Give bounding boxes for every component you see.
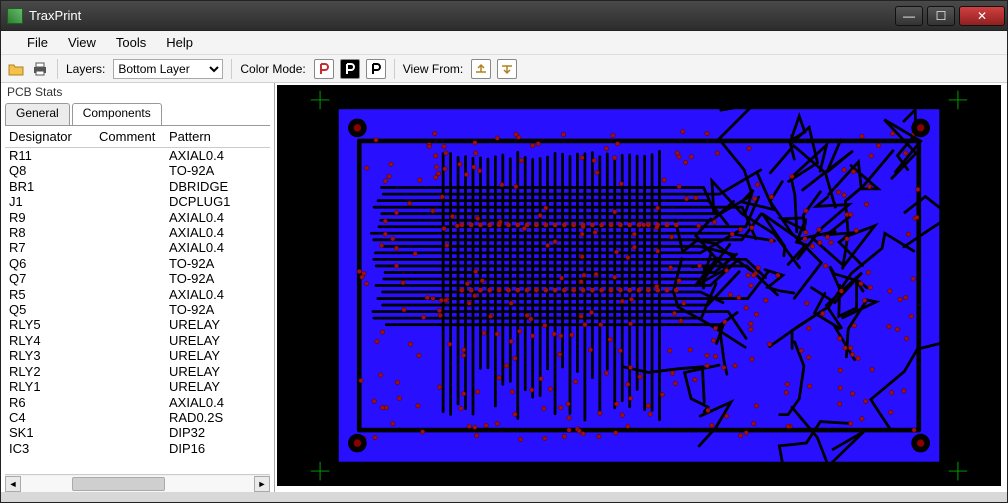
window-buttons: — ☐ ✕ [893,2,1007,30]
horizontal-scrollbar[interactable]: ◄ ► [5,474,270,492]
open-icon[interactable] [7,60,25,78]
maximize-button[interactable]: ☐ [927,6,955,26]
table-row[interactable]: Q6TO-92A [5,256,270,271]
scroll-track[interactable] [21,476,254,492]
col-designator[interactable]: Designator [9,129,99,144]
menu-help[interactable]: Help [156,33,203,52]
tab-components[interactable]: Components [72,103,162,125]
colormode-label: Color Mode: [240,62,305,76]
panel-title: PCB Stats [1,83,274,101]
toolbar-separator [394,59,395,79]
table-row[interactable]: C4RAD0.2S [5,410,270,425]
tab-strip: General Components [5,103,270,125]
tab-general[interactable]: General [5,103,70,125]
menu-tools[interactable]: Tools [106,33,156,52]
layers-label: Layers: [66,62,105,76]
table-row[interactable]: R6AXIAL0.4 [5,395,270,410]
viewfrom-label: View From: [403,62,463,76]
colormode-inverse-icon[interactable] [340,59,360,79]
table-row[interactable]: R5AXIAL0.4 [5,287,270,302]
table-row[interactable]: SK1DIP32 [5,425,270,440]
table-row[interactable]: R9AXIAL0.4 [5,210,270,225]
col-pattern[interactable]: Pattern [169,129,266,144]
table-row[interactable]: RLY3URELAY [5,348,270,363]
components-table: Designator Comment Pattern R11AXIAL0.4Q8… [5,125,270,492]
table-header: Designator Comment Pattern [5,126,270,148]
table-row[interactable]: Q7TO-92A [5,271,270,286]
close-button[interactable]: ✕ [959,6,1005,26]
table-row[interactable]: RLY2URELAY [5,364,270,379]
toolbar-separator [57,59,58,79]
sidebar: PCB Stats General Components Designator … [1,83,275,492]
col-comment[interactable]: Comment [99,129,169,144]
table-row[interactable]: Q8TO-92A [5,163,270,178]
table-body[interactable]: R11AXIAL0.4Q8TO-92ABR1DBRIDGEJ1DCPLUG1R9… [5,148,270,474]
menubar: File View Tools Help [1,31,1007,55]
titlebar[interactable]: TraxPrint — ☐ ✕ [1,1,1007,31]
table-row[interactable]: J1DCPLUG1 [5,194,270,209]
menu-view[interactable]: View [58,33,106,52]
table-row[interactable]: IC3DIP16 [5,441,270,456]
pcb-render [277,85,1001,486]
table-row[interactable]: RLY1URELAY [5,379,270,394]
table-row[interactable]: BR1DBRIDGE [5,179,270,194]
scroll-left-arrow[interactable]: ◄ [5,476,21,492]
print-icon[interactable] [31,60,49,78]
statusbar [1,492,1007,502]
minimize-button[interactable]: — [895,6,923,26]
pcb-canvas[interactable] [277,85,1001,486]
scroll-thumb[interactable] [72,477,165,491]
colormode-mono-icon[interactable] [366,59,386,79]
table-row[interactable]: RLY4URELAY [5,333,270,348]
table-row[interactable]: Q5TO-92A [5,302,270,317]
app-window: TraxPrint — ☐ ✕ File View Tools Help Lay… [0,0,1008,503]
viewfrom-bottom-icon[interactable] [497,59,517,79]
viewfrom-top-icon[interactable] [471,59,491,79]
toolbar: Layers: Bottom Layer Color Mode: View Fr… [1,55,1007,83]
toolbar-separator [231,59,232,79]
table-row[interactable]: RLY5URELAY [5,317,270,332]
table-row[interactable]: R11AXIAL0.4 [5,148,270,163]
colormode-color-icon[interactable] [314,59,334,79]
scroll-right-arrow[interactable]: ► [254,476,270,492]
table-row[interactable]: R7AXIAL0.4 [5,240,270,255]
layers-select[interactable]: Bottom Layer [113,59,223,79]
window-title: TraxPrint [29,8,893,23]
app-icon [7,8,23,24]
content-area: PCB Stats General Components Designator … [1,83,1007,492]
menu-file[interactable]: File [17,33,58,52]
table-row[interactable]: R8AXIAL0.4 [5,225,270,240]
